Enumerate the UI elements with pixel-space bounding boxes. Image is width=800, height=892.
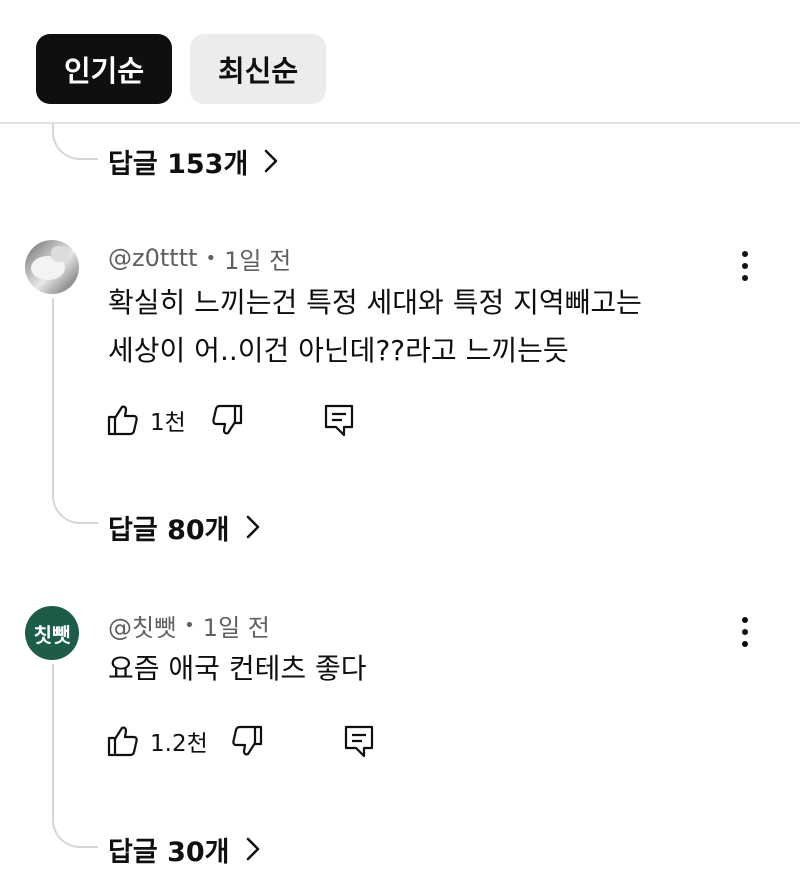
kebab-menu-icon[interactable]	[735, 612, 755, 652]
comment-reply-icon[interactable]	[342, 724, 376, 758]
thumbs-up-icon[interactable]	[106, 724, 140, 758]
thumbs-down-icon[interactable]	[230, 724, 264, 758]
chevron-right-icon	[246, 515, 259, 539]
sort-bar: 인기순 최신순	[0, 0, 800, 124]
comment-meta: @칫뺏 • 1일 전	[108, 608, 270, 642]
view-replies-button[interactable]: 답글 153개	[108, 141, 280, 181]
thread-line	[52, 298, 98, 524]
like-count: 1.2천	[150, 731, 208, 757]
replies-label: 답글 30개	[108, 836, 230, 868]
replies-label: 답글 80개	[108, 514, 230, 546]
comment-text: 확실히 느끼는건 특정 세대와 특정 지역빼고는 세상이 어..이건 아닌데??…	[108, 279, 642, 375]
comment-line: 확실히 느끼는건 특정 세대와 특정 지역빼고는	[108, 286, 642, 319]
comment-actions: 1천	[106, 400, 356, 440]
thumbs-up-icon[interactable]	[106, 403, 140, 437]
like-count: 1천	[150, 410, 186, 436]
thread-line	[52, 124, 98, 160]
chevron-right-icon	[246, 837, 259, 861]
replies-label: 답글 153개	[108, 148, 249, 180]
avatar[interactable]	[25, 240, 79, 294]
comment-actions: 1.2천	[106, 721, 376, 761]
thread-line	[52, 664, 98, 848]
comment-line: 요즘 애국 컨테츠 좋다	[108, 652, 367, 685]
comment-text: 요즘 애국 컨테츠 좋다	[108, 645, 367, 693]
avatar-initials: 칫뺏	[33, 622, 71, 647]
sort-popular-chip[interactable]: 인기순	[36, 34, 172, 104]
comment-time: 1일 전	[202, 613, 270, 642]
chevron-right-icon	[265, 149, 278, 173]
sort-newest-chip[interactable]: 최신순	[190, 34, 326, 104]
view-replies-button[interactable]: 답글 30개	[108, 829, 262, 869]
comment-author[interactable]: @칫뺏	[108, 608, 176, 643]
comment-time: 1일 전	[224, 246, 292, 275]
kebab-menu-icon[interactable]	[735, 246, 755, 286]
comment-author[interactable]: @z0tttt	[108, 244, 198, 272]
thumbs-down-icon[interactable]	[210, 403, 244, 437]
comment-meta: @z0tttt • 1일 전	[108, 241, 291, 275]
comment-line: 세상이 어..이건 아닌데??라고 느끼는듯	[108, 334, 569, 367]
view-replies-button[interactable]: 답글 80개	[108, 507, 262, 547]
avatar[interactable]: 칫뺏	[25, 606, 79, 660]
comment-reply-icon[interactable]	[322, 403, 356, 437]
